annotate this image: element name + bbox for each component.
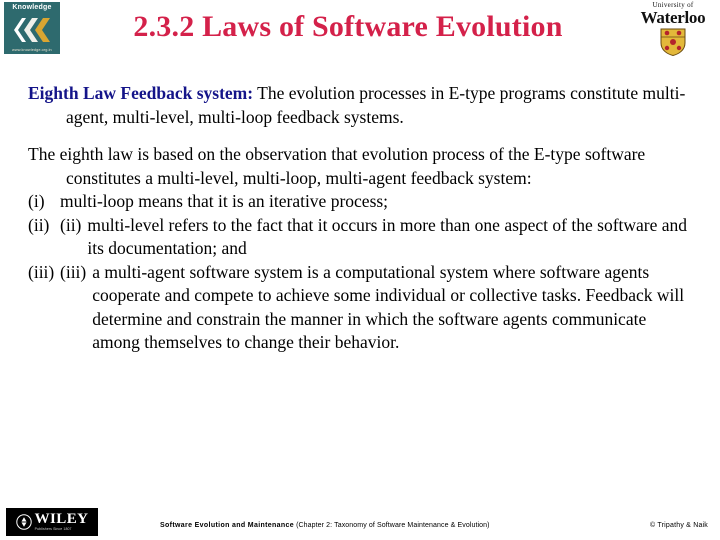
list-item-marker: (i)	[28, 191, 45, 211]
eighth-law-heading: Eighth Law Feedback system:	[28, 83, 254, 103]
footer-chapter-title: (Chapter 2: Taxonomy of Software Mainten…	[294, 522, 490, 529]
waterloo-logo-line2: Waterloo	[640, 8, 706, 27]
footer-book-title: Software Evolution and Maintenance	[160, 522, 295, 529]
wiley-emblem-icon	[15, 514, 32, 530]
eighth-law-statement: Eighth Law Feedback system: The evolutio…	[28, 82, 692, 129]
slide-header: Knowledge www.knowledge.org.in 2.3.2 Law…	[0, 0, 720, 62]
list-item-marker-duplicate: (iii)	[60, 261, 87, 282]
waterloo-logo: University of Waterloo	[632, 1, 714, 59]
knowledge-logo-url: www.knowledge.org.in	[12, 47, 52, 52]
slide-footer: WILEY Publishers Since 1807 Software Evo…	[0, 496, 720, 540]
list-item-text: multi-level refers to the fact that it o…	[87, 214, 688, 259]
waterloo-crest-icon	[660, 28, 686, 57]
slide-body: Eighth Law Feedback system: The evolutio…	[28, 82, 692, 355]
wiley-tagline: Publishers Since 1807	[34, 527, 72, 531]
list-item: (ii) (ii) multi-level refers to the fact t…	[28, 214, 692, 261]
footer-copyright: © Tripathy & Naik	[650, 522, 708, 529]
footer-caption: Software Evolution and Maintenance (Chap…	[160, 522, 490, 529]
knowledge-chevron-icon	[12, 17, 52, 43]
knowledge-logo-wordmark: Knowledge	[12, 4, 52, 11]
list-item-marker: (ii)	[28, 214, 50, 235]
list-item-text: multi-loop means that it is an iterative…	[60, 191, 389, 211]
wiley-logo: WILEY Publishers Since 1807	[6, 508, 98, 536]
explanation-paragraph: The eighth law is based on the observati…	[28, 144, 646, 188]
list-item-text: a multi-agent software system is a compu…	[92, 261, 685, 353]
list-item-marker: (iii)	[28, 261, 55, 282]
list-item-marker-duplicate: (ii)	[60, 214, 82, 235]
page-title: 2.3.2 Laws of Software Evolution	[133, 10, 563, 43]
knowledge-logo: Knowledge www.knowledge.org.in	[4, 2, 60, 54]
wiley-wordmark: WILEY	[34, 511, 89, 527]
list-item: (i) multi-loop means that it is an iterat…	[28, 190, 692, 214]
list-item: (iii) (iii) a multi-agent software system …	[28, 261, 692, 355]
